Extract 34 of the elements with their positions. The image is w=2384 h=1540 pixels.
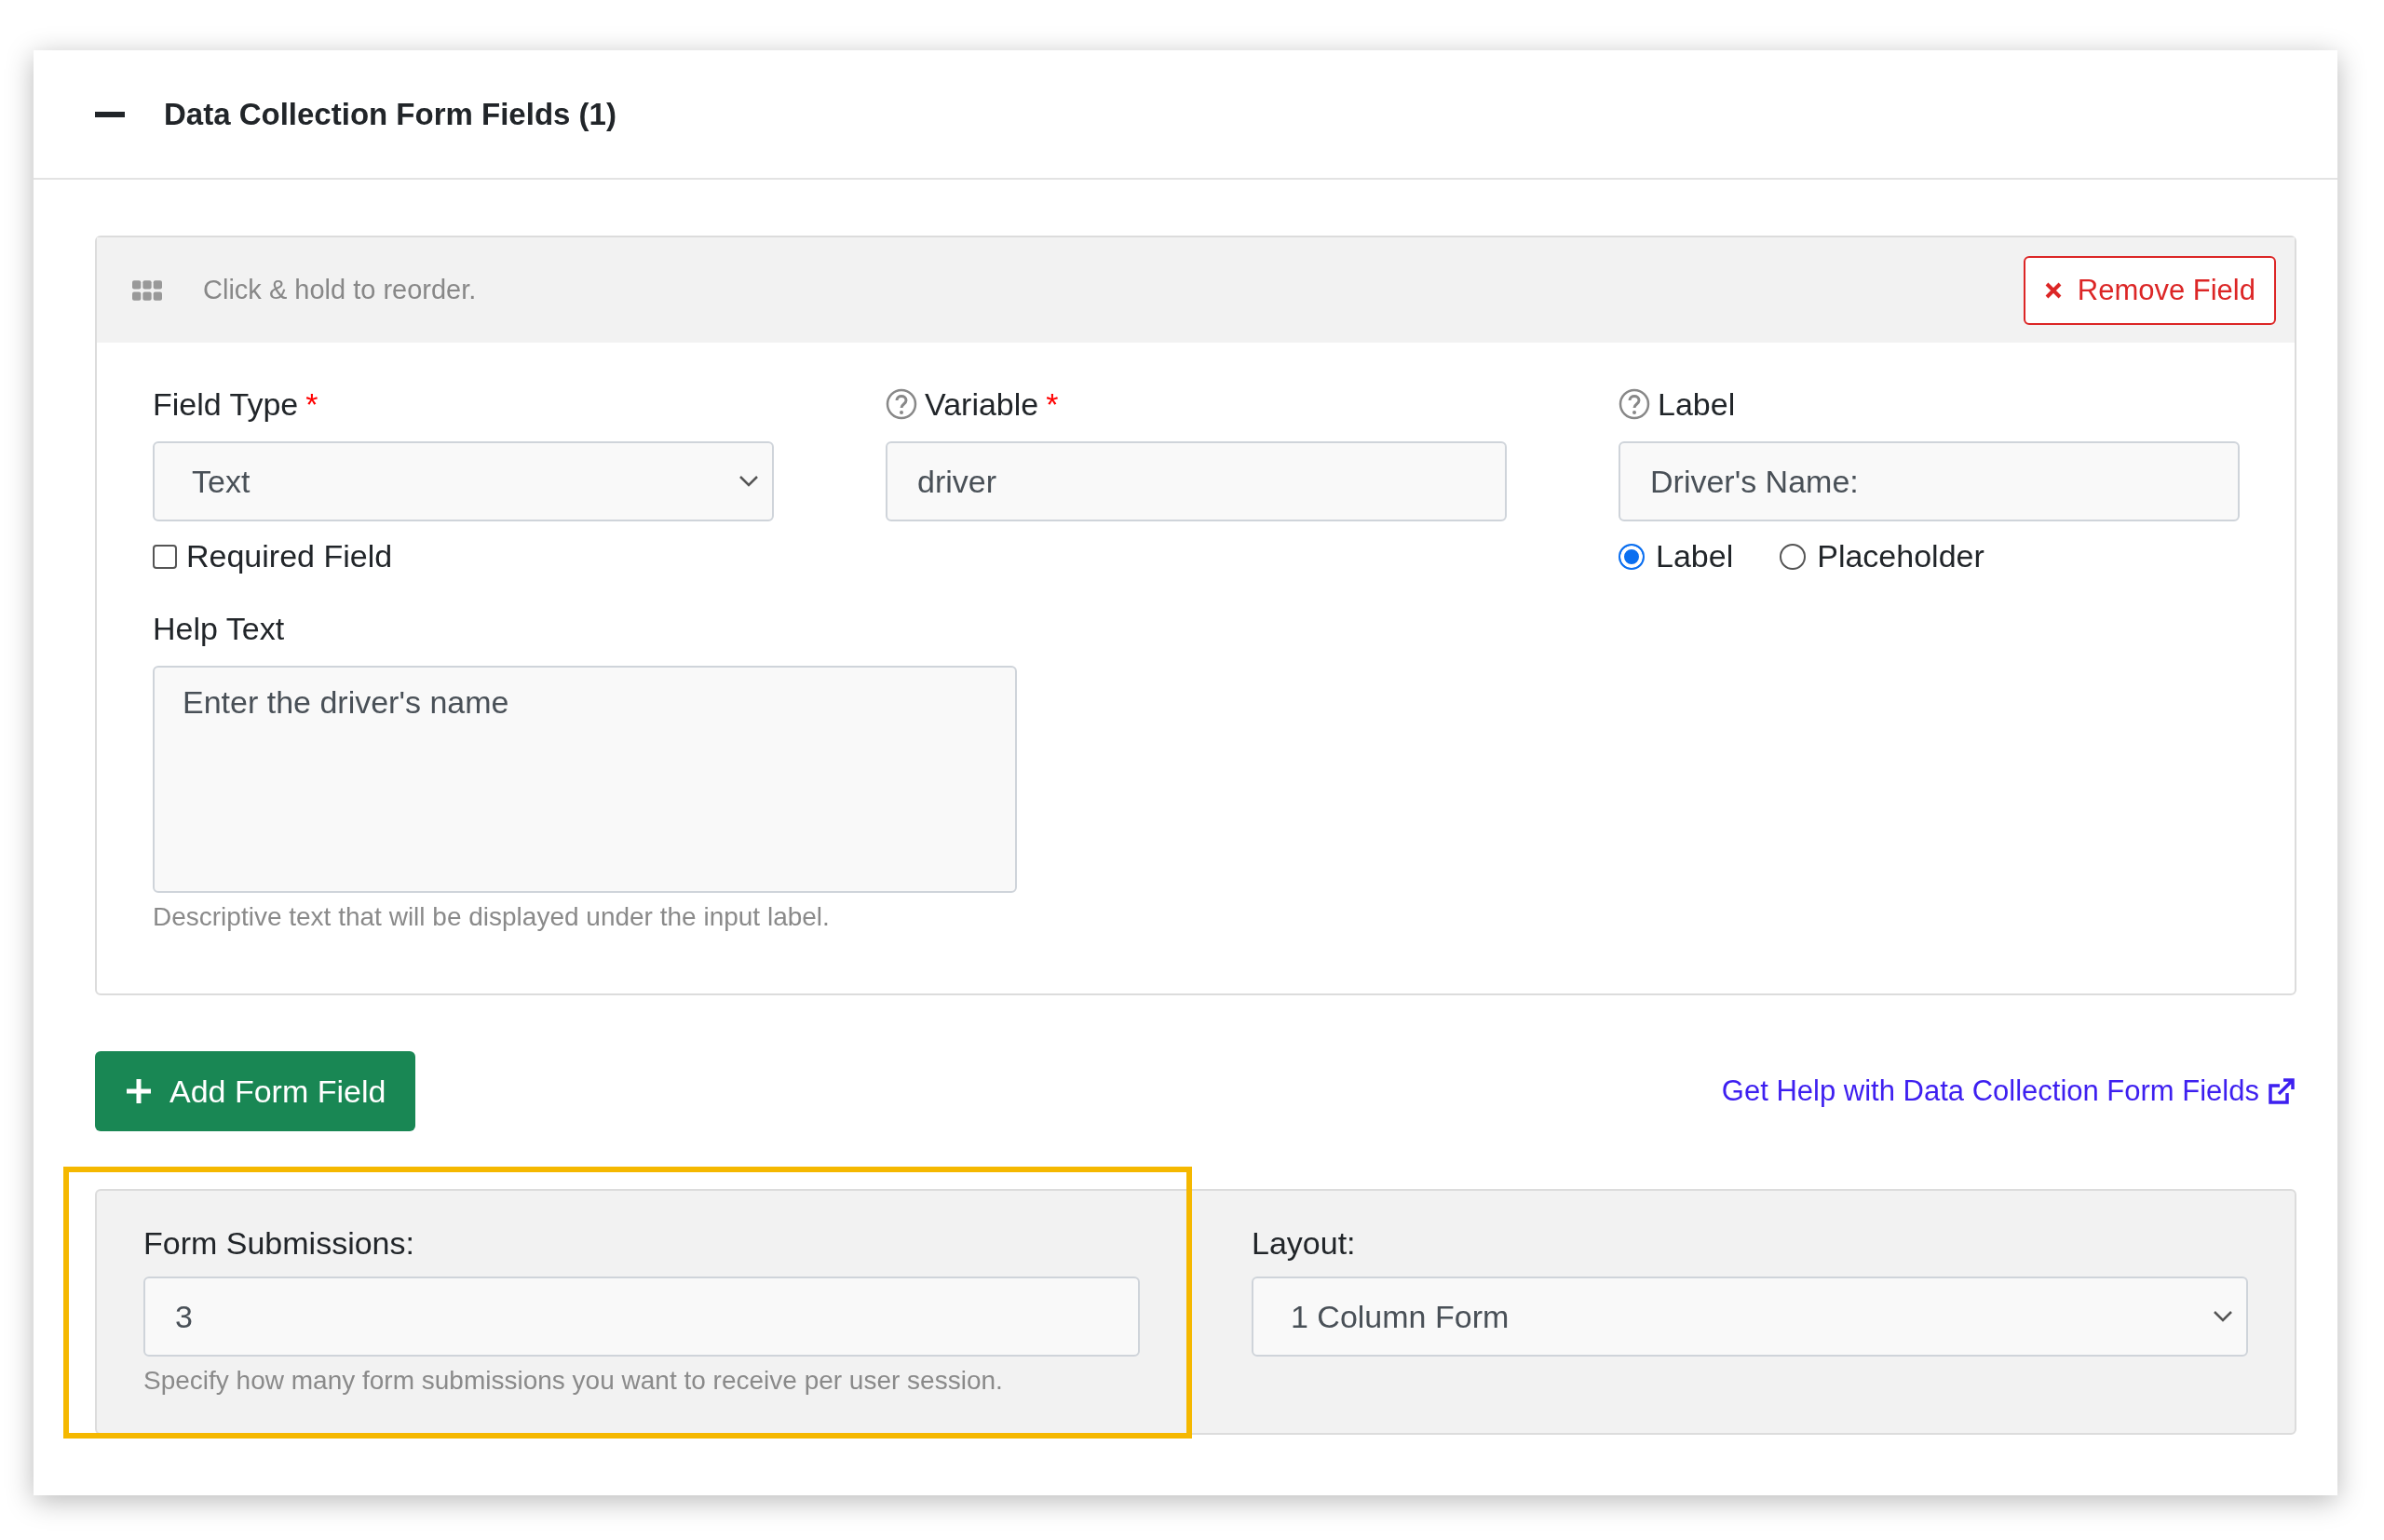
collapse-toggle[interactable] bbox=[95, 111, 125, 117]
drag-grip-icon bbox=[132, 279, 162, 301]
field-label: Label bbox=[1658, 385, 1736, 423]
variable-input[interactable]: driver bbox=[886, 441, 1507, 521]
label-input[interactable]: Driver's Name: bbox=[1619, 441, 2240, 521]
required-checkbox[interactable] bbox=[153, 544, 177, 569]
plus-icon bbox=[125, 1077, 153, 1105]
radio-label: Placeholder bbox=[1817, 538, 1984, 574]
field-label: Help Text bbox=[153, 610, 285, 647]
remove-field-button[interactable]: Remove Field bbox=[2023, 255, 2276, 325]
form-submissions-hint: Specify how many form submissions you want to receive per user session. bbox=[143, 1366, 1004, 1396]
add-form-field-button[interactable]: Add Form Field bbox=[95, 1051, 416, 1131]
field-label: Variable bbox=[925, 385, 1039, 423]
field-label: Layout: bbox=[1252, 1224, 1356, 1262]
form-submissions-input[interactable]: 3 bbox=[143, 1277, 1140, 1357]
reorder-hint: Click & hold to reorder. bbox=[203, 275, 478, 305]
required-asterisk: * bbox=[305, 385, 318, 423]
external-link-icon bbox=[2267, 1076, 2296, 1106]
field-label: Field Type bbox=[153, 385, 299, 423]
chevron-down-icon bbox=[738, 475, 759, 488]
radio-label: Label bbox=[1656, 538, 1734, 574]
help-text-hint: Descriptive text that will be displayed under the input label. bbox=[153, 902, 831, 932]
radio-button[interactable] bbox=[1780, 543, 1807, 570]
layout-select[interactable]: 1 Column Form bbox=[1252, 1277, 2248, 1357]
help-text-area[interactable]: Enter the driver's name bbox=[153, 666, 1017, 893]
field-type-select[interactable]: Text bbox=[153, 441, 774, 521]
close-icon bbox=[2043, 280, 2063, 300]
section-title: Data Collection Form Fields (1) bbox=[164, 96, 616, 132]
radio-button[interactable] bbox=[1619, 543, 1645, 570]
field-label: Form Submissions: bbox=[143, 1224, 414, 1262]
chevron-down-icon bbox=[2213, 1310, 2233, 1323]
help-link[interactable]: Get Help with Data Collection Form Fields bbox=[1721, 1074, 2296, 1108]
required-asterisk: * bbox=[1046, 385, 1059, 423]
checkbox-label: Required Field bbox=[186, 538, 393, 574]
